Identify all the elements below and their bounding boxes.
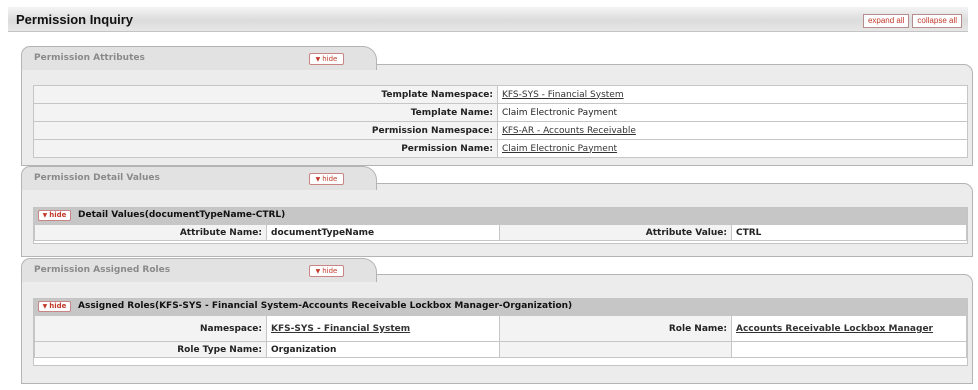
triangle-down-icon: ▼ xyxy=(315,176,321,183)
template-name-value: Claim Electronic Payment xyxy=(497,103,968,122)
table-row: Attribute Name: documentTypeName Attribu… xyxy=(34,224,967,241)
permission-namespace-label: Permission Namespace: xyxy=(33,121,498,140)
namespace-value: KFS-SYS - Financial System xyxy=(266,315,500,342)
tab-permission-attributes: Permission Attributes ▼ hide xyxy=(21,46,377,70)
attributes-table: Template Namespace: KFS-SYS - Financial … xyxy=(33,85,968,158)
namespace-label: Namespace: xyxy=(34,315,267,342)
expand-all-button[interactable]: expand all xyxy=(862,14,910,28)
table-row: Template Namespace: KFS-SYS - Financial … xyxy=(33,85,968,104)
table-row: Namespace: KFS-SYS - Financial System Ro… xyxy=(34,315,967,342)
header-buttons: expand all collapse all xyxy=(862,14,962,28)
permission-name-label: Permission Name: xyxy=(33,139,498,158)
permission-namespace-link[interactable]: KFS-AR - Accounts Receivable xyxy=(502,126,636,136)
attribute-value-label: Attribute Value: xyxy=(499,224,732,241)
tab-permission-assigned-roles: Permission Assigned Roles ▼ hide xyxy=(21,258,377,282)
triangle-down-icon: ▼ xyxy=(315,268,321,275)
permission-namespace-value: KFS-AR - Accounts Receivable xyxy=(497,121,968,140)
hide-attributes-button[interactable]: ▼ hide xyxy=(309,53,344,65)
role-name-label: Role Name: xyxy=(499,315,732,342)
attribute-name-label: Attribute Name: xyxy=(34,224,267,241)
assigned-roles-header: ▼ hide Assigned Roles(KFS-SYS - Financial… xyxy=(34,299,967,315)
assigned-roles-table: Namespace: KFS-SYS - Financial System Ro… xyxy=(34,315,967,358)
tab-permission-detail-values: Permission Detail Values ▼ hide xyxy=(21,166,377,190)
triangle-down-icon: ▼ xyxy=(42,212,48,219)
page-title: Permission Inquiry xyxy=(16,12,134,27)
permission-name-value: Claim Electronic Payment xyxy=(497,139,968,158)
detail-values-header: ▼ hide Detail Values(documentTypeName-CTR… xyxy=(34,208,967,224)
attribute-value-value: CTRL xyxy=(731,224,967,241)
attribute-name-value: documentTypeName xyxy=(266,224,500,241)
detail-values-title: Detail Values(documentTypeName-CTRL) xyxy=(78,210,286,220)
tab-label: Permission Detail Values xyxy=(34,173,160,183)
hide-assigned-roles-button[interactable]: ▼ hide xyxy=(309,265,344,277)
page-header: Permission Inquiry expand all collapse a… xyxy=(8,7,968,32)
role-type-label: Role Type Name: xyxy=(34,341,267,358)
assigned-roles-title: Assigned Roles(KFS-SYS - Financial Syste… xyxy=(78,301,573,311)
collapse-all-button[interactable]: collapse all xyxy=(912,14,962,28)
tab-label: Permission Attributes xyxy=(34,53,145,63)
tab-label: Permission Assigned Roles xyxy=(34,265,171,275)
template-namespace-label: Template Namespace: xyxy=(33,85,498,104)
table-row: Template Name: Claim Electronic Payment xyxy=(33,103,968,122)
detail-values-table: Attribute Name: documentTypeName Attribu… xyxy=(34,224,967,241)
template-namespace-value: KFS-SYS - Financial System xyxy=(497,85,968,104)
assigned-roles-box: ▼ hide Assigned Roles(KFS-SYS - Financial… xyxy=(33,298,968,366)
role-name-link[interactable]: Accounts Receivable Lockbox Manager xyxy=(736,324,933,334)
triangle-down-icon: ▼ xyxy=(42,303,48,310)
hide-roles-subsection-button[interactable]: ▼ hide xyxy=(38,301,71,312)
table-row: Permission Name: Claim Electronic Paymen… xyxy=(33,139,968,158)
table-row: Role Type Name: Organization xyxy=(34,341,967,358)
triangle-down-icon: ▼ xyxy=(315,56,321,63)
hide-detail-subsection-button[interactable]: ▼ hide xyxy=(38,210,71,221)
namespace-link[interactable]: KFS-SYS - Financial System xyxy=(271,324,410,334)
detail-values-box: ▼ hide Detail Values(documentTypeName-CTR… xyxy=(33,207,968,244)
role-name-value: Accounts Receivable Lockbox Manager xyxy=(731,315,967,342)
hide-label: hide xyxy=(322,55,338,63)
empty-cell xyxy=(731,341,967,358)
hide-label: hide xyxy=(322,267,338,275)
empty-cell xyxy=(499,341,732,358)
hide-label: hide xyxy=(322,175,338,183)
template-name-label: Template Name: xyxy=(33,103,498,122)
hide-label: hide xyxy=(49,302,67,310)
table-row: Permission Namespace: KFS-AR - Accounts … xyxy=(33,121,968,140)
role-type-value: Organization xyxy=(266,341,500,358)
hide-detail-values-button[interactable]: ▼ hide xyxy=(309,173,344,185)
hide-label: hide xyxy=(49,211,67,219)
permission-name-link[interactable]: Claim Electronic Payment xyxy=(502,144,617,154)
template-namespace-link[interactable]: KFS-SYS - Financial System xyxy=(502,90,624,100)
